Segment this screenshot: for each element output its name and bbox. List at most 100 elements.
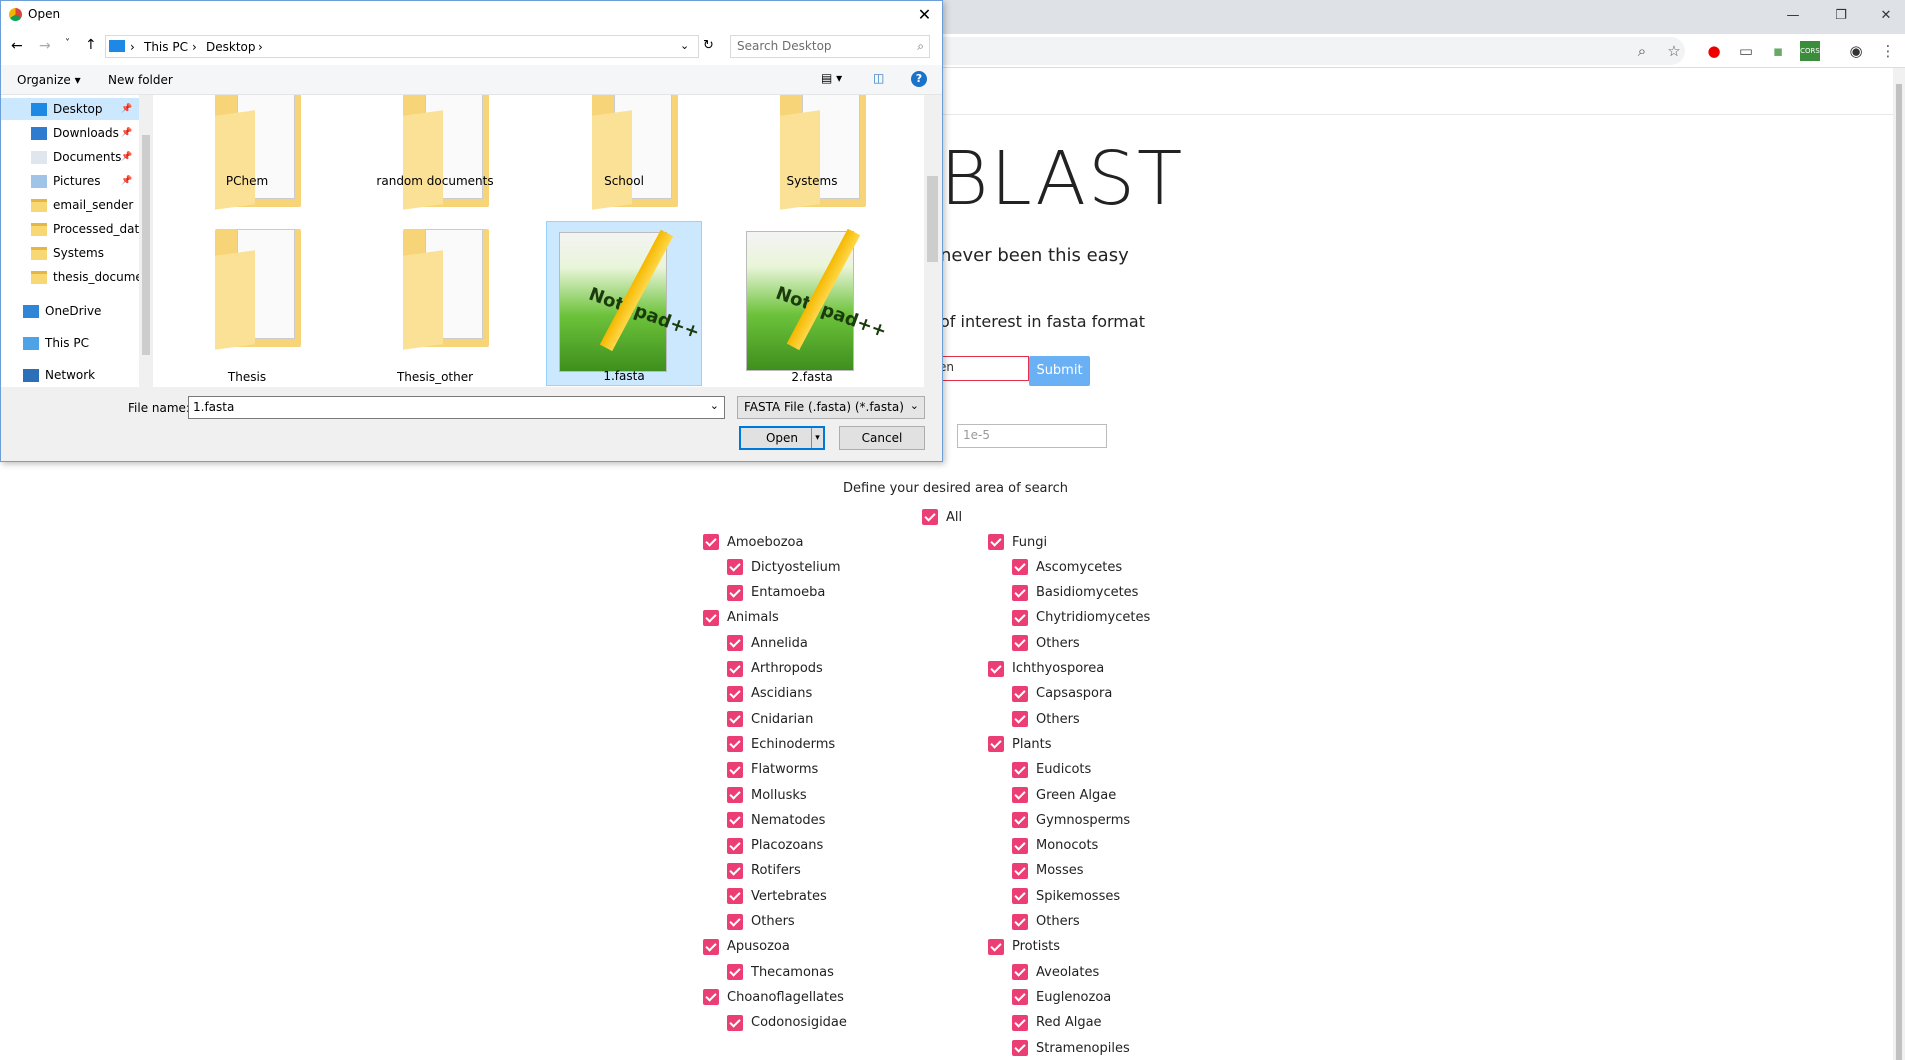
pin-icon[interactable]: 📌 [121,104,132,114]
document-extension-icon[interactable]: ▭ [1736,41,1756,61]
checkbox-item[interactable]: Protists [988,937,1060,957]
checkbox-item[interactable]: Capsaspora [1012,684,1112,704]
checkbox-item[interactable]: Mosses [1012,861,1084,881]
folder-item[interactable]: Systems [734,95,890,210]
nav-pane-scrollbar[interactable] [139,95,153,387]
checkbox-item[interactable]: Stramenopiles [1012,1038,1130,1058]
checkbox-item[interactable]: Mollusks [727,785,807,805]
checkbox-item[interactable]: Thecamonas [727,962,834,982]
pin-icon[interactable]: 📌 [121,152,132,162]
checkbox-checked-icon[interactable] [988,938,1004,955]
checkbox-item[interactable]: Apusozoa [703,937,790,957]
checkbox-item[interactable]: Others [1012,709,1080,729]
checkbox-checked-icon[interactable] [727,787,743,803]
nav-item[interactable]: Systems [1,242,139,264]
checkbox-checked-icon[interactable] [1012,711,1028,728]
checkbox-item[interactable]: Amoebozoa [703,532,803,552]
nav-item[interactable]: Pictures 📌 [1,170,139,192]
checkbox-item[interactable]: Basidiomycetes [1012,583,1138,603]
folder-item[interactable]: Thesis_other [357,221,513,386]
cancel-button[interactable]: Cancel [839,426,925,450]
checkbox-item[interactable]: Dictyostelium [727,557,841,577]
address-bar[interactable] [930,37,1685,65]
checkbox-checked-icon[interactable] [727,964,743,981]
checkbox-checked-icon[interactable] [727,635,743,652]
checkbox-checked-icon[interactable] [727,711,743,728]
checkbox-item[interactable]: Fungi [988,532,1047,552]
up-arrow-icon[interactable]: ↑ [85,37,97,53]
nav-item[interactable]: OneDrive [1,300,139,322]
fasta-file-item[interactable]: Notepad++ 1.fasta [546,221,702,386]
checkbox-item[interactable]: Nematodes [727,810,825,830]
checkbox-all[interactable]: All [922,507,962,527]
checkbox-item[interactable]: Monocots [1012,836,1098,856]
checkbox-item[interactable]: Euglenozoa [1012,987,1111,1007]
chevron-down-icon[interactable]: ⌄ [710,399,719,412]
folder-item[interactable]: Thesis [169,221,325,386]
checkbox-checked-icon[interactable] [1012,584,1028,601]
search-icon[interactable]: ⌕ [917,39,924,54]
checkbox-checked-icon[interactable] [1012,964,1028,981]
checkbox-item[interactable]: Choanoflagellates [703,987,844,1007]
checkbox-checked-icon[interactable] [727,584,743,601]
folder-item[interactable]: PChem [169,95,325,210]
checkbox-item[interactable]: Gymnosperms [1012,810,1130,830]
checkbox-checked-icon[interactable] [988,736,1004,753]
nav-item[interactable]: email_sender [1,194,139,216]
filetype-select[interactable]: FASTA File (.fasta) (*.fasta) ⌄ [737,396,925,419]
checkbox-checked-icon[interactable] [1012,913,1028,930]
checkbox-item[interactable]: Others [1012,912,1080,932]
checkbox-checked-icon[interactable] [1012,559,1028,576]
folder-item[interactable]: School [546,95,702,210]
checkbox-item[interactable]: Animals [703,608,779,628]
checkbox-item[interactable]: Aveolates [1012,962,1099,982]
checkbox-checked-icon[interactable] [1012,888,1028,905]
checkbox-item[interactable]: Annelida [727,633,808,653]
fasta-file-item[interactable]: Notepad++ 2.fasta [734,221,890,386]
filename-input[interactable]: 1.fasta ⌄ [188,396,725,419]
chevron-down-icon[interactable]: ⌄ [680,39,689,52]
folder-item[interactable]: random documents [357,95,513,210]
pin-icon[interactable]: 📌 [121,176,132,186]
avatar[interactable]: ◉ [1846,41,1866,61]
zoom-icon[interactable]: ⌕ [1632,41,1652,61]
dialog-search-input[interactable]: Search Desktop ⌕ [730,35,930,58]
refresh-icon[interactable]: ↻ [703,38,714,53]
checkbox-checked-icon[interactable] [703,989,719,1006]
nav-item[interactable]: Downloads 📌 [1,122,139,144]
close-window-button[interactable]: ✕ [1866,4,1905,28]
nav-item[interactable]: Network [1,364,139,386]
checkbox-item[interactable]: Ichthyosporea [988,659,1104,679]
checkbox-item[interactable]: Flatworms [727,760,818,780]
dialog-close-button[interactable]: ✕ [907,1,942,29]
cors-extension-icon[interactable]: CORS [1800,41,1820,61]
forward-arrow-icon[interactable]: → [39,38,51,54]
checkbox-checked-icon[interactable] [1012,862,1028,879]
checkbox-checked-icon[interactable] [727,862,743,879]
help-icon[interactable]: ? [911,71,927,87]
nav-item[interactable]: Desktop 📌 [1,98,139,120]
checkbox-item[interactable]: Spikemosses [1012,886,1120,906]
bookmark-star-icon[interactable]: ☆ [1664,41,1684,61]
checkbox-item[interactable]: Others [1012,633,1080,653]
checkbox-checked-icon[interactable] [727,685,743,702]
checkbox-item[interactable]: Arthropods [727,659,823,679]
menu-icon[interactable]: ⋮ [1878,41,1898,61]
checkbox-item[interactable]: Green Algae [1012,785,1116,805]
checkbox-checked-icon[interactable] [703,938,719,955]
checkbox-checked-icon[interactable] [727,559,743,576]
extension-icon[interactable]: ▪ [1768,41,1788,61]
checkbox-checked-icon[interactable] [727,1014,743,1031]
checkbox-checked-icon[interactable] [988,660,1004,677]
nav-item[interactable]: Processed_datab [1,218,139,240]
evalue-input[interactable]: 1e-5 [957,424,1107,448]
checkbox-checked-icon[interactable] [1012,1014,1028,1031]
checkbox-checked-icon[interactable] [727,736,743,753]
checkbox-checked-icon[interactable] [727,837,743,854]
sequence-file-input[interactable]: en [930,356,1029,381]
opera-extension-icon[interactable]: ● [1704,41,1724,61]
checkbox-checked-icon[interactable] [1012,812,1028,829]
new-folder-button[interactable]: New folder [108,73,173,87]
checkbox-item[interactable]: Placozoans [727,836,823,856]
checkbox-checked-icon[interactable] [1012,685,1028,702]
